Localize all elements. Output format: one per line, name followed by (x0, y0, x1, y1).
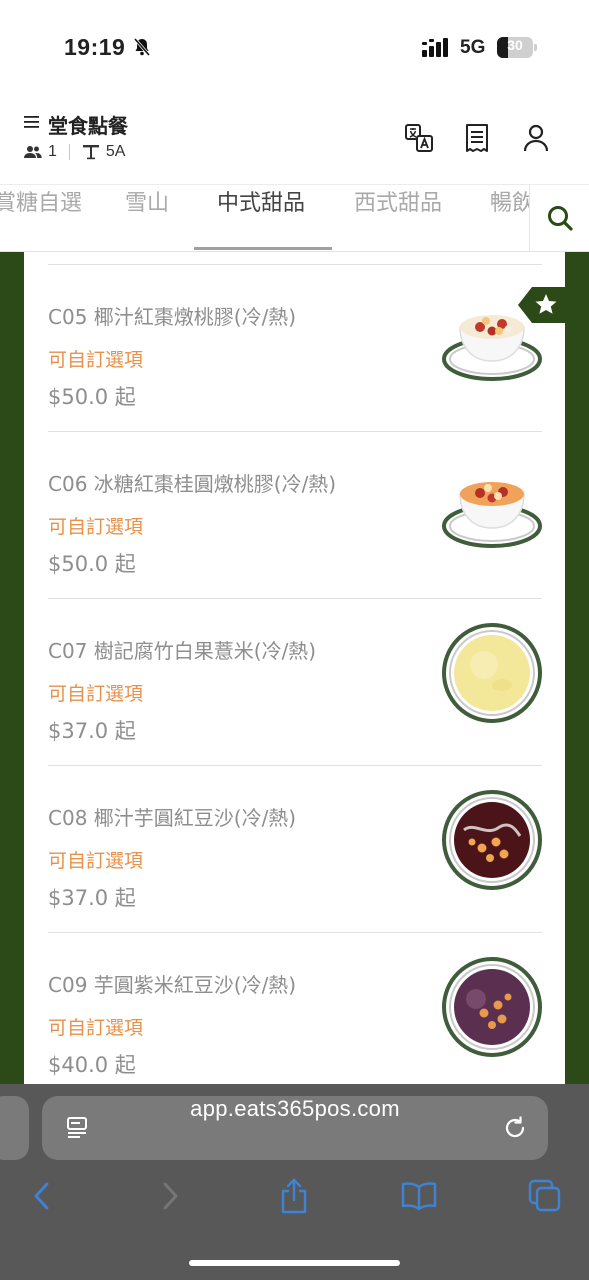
status-bar: 19:19 5G 30 (0, 0, 589, 96)
back-button[interactable] (24, 1176, 60, 1216)
active-tab-indicator (194, 247, 332, 250)
item-price: $40.0 起 (48, 1053, 136, 1077)
status-time: 19:19 (64, 34, 126, 60)
battery-level: 30 (507, 37, 523, 53)
battery-icon: 30 (497, 37, 537, 58)
share-icon (281, 1178, 307, 1214)
search-icon (547, 206, 573, 231)
menu-icon[interactable] (24, 115, 40, 129)
app-header: 堂食點餐 1 5A (0, 96, 589, 184)
account-button[interactable] (520, 122, 552, 154)
receipt-icon (466, 124, 488, 152)
tabs-button[interactable] (527, 1176, 563, 1216)
item-option: 可自訂選項 (48, 349, 144, 371)
order-meta: 1 5A (24, 142, 125, 162)
order-receipt-button[interactable] (461, 122, 493, 154)
item-option: 可自訂選項 (48, 1017, 144, 1039)
item-name: C05 椰汁紅棗燉桃膠(冷/熱) (48, 305, 297, 329)
forward-button[interactable] (152, 1176, 188, 1216)
item-option: 可自訂選項 (48, 683, 144, 705)
tab-western-dessert[interactable]: 西式甜品 (354, 185, 442, 251)
guests-icon (24, 146, 42, 158)
red-bean-soup-plate-icon (442, 790, 542, 890)
table-icon (82, 145, 99, 160)
page-title[interactable]: 堂食點餐 (48, 110, 128, 139)
purple-rice-soup-plate-icon (442, 957, 542, 1057)
favorite-star-icon[interactable] (518, 287, 565, 323)
category-tabs: 賞糖自選 雪山 中式甜品 西式甜品 暢飲 (0, 184, 589, 252)
search-button[interactable] (529, 185, 589, 251)
reload-icon[interactable] (502, 1115, 528, 1141)
yellow-soup-plate-icon (442, 623, 542, 723)
item-name: C07 樹記腐竹白果薏米(冷/熱) (48, 639, 317, 663)
menu-item-c08[interactable]: C08 椰汁芋圓紅豆沙(冷/熱) 可自訂選項 $37.0 起 (24, 766, 565, 932)
item-name: C08 椰汁芋圓紅豆沙(冷/熱) (48, 806, 297, 830)
silent-bell-icon (133, 38, 151, 56)
menu-item-c06[interactable]: C06 冰糖紅棗桂圓燉桃膠(冷/熱) 可自訂選項 $50.0 起 (24, 432, 565, 598)
table-number: 5A (105, 143, 126, 160)
item-name: C09 芋圓紫米紅豆沙(冷/熱) (48, 973, 297, 997)
menu-item-c05[interactable]: C05 椰汁紅棗燉桃膠(冷/熱) 可自訂選項 $50.0 起 (24, 265, 565, 431)
book-icon (401, 1182, 437, 1211)
item-option: 可自訂選項 (48, 850, 144, 872)
translate-button[interactable] (403, 122, 435, 154)
chevron-right-icon (163, 1182, 178, 1210)
address-bar[interactable]: app.eats365pos.com (42, 1096, 548, 1160)
share-button[interactable] (276, 1176, 312, 1216)
stewed-dessert-bowl-icon (442, 482, 542, 548)
tabs-icon (528, 1179, 561, 1212)
guest-count: 1 (48, 143, 57, 160)
item-option: 可自訂選項 (48, 516, 144, 538)
previous-tab-preview[interactable] (0, 1096, 29, 1160)
menu-item-c07[interactable]: C07 樹記腐竹白果薏米(冷/熱) 可自訂選項 $37.0 起 (24, 599, 565, 765)
signal-icon (422, 38, 448, 57)
browser-toolbar: app.eats365pos.com (0, 1084, 589, 1280)
network-type: 5G (460, 37, 486, 58)
menu-list: C05 椰汁紅棗燉桃膠(冷/熱) 可自訂選項 $50.0 起 C06 冰糖紅棗桂… (24, 252, 565, 1084)
home-indicator (189, 1260, 400, 1266)
url-text: app.eats365pos.com (190, 1096, 400, 1121)
item-price: $50.0 起 (48, 552, 136, 576)
item-price: $37.0 起 (48, 719, 136, 743)
item-price: $50.0 起 (48, 385, 136, 409)
tab-snow-mountain[interactable]: 雪山 (125, 185, 169, 251)
item-price: $37.0 起 (48, 886, 136, 910)
user-icon (523, 124, 549, 152)
tab-self-select[interactable]: 賞糖自選 (0, 185, 82, 251)
menu-item-c09[interactable]: C09 芋圓紫米紅豆沙(冷/熱) 可自訂選項 $40.0 起 (24, 933, 565, 1084)
item-name: C06 冰糖紅棗桂圓燉桃膠(冷/熱) (48, 472, 337, 496)
tab-drinks[interactable]: 暢飲 (490, 185, 534, 251)
translate-icon (405, 124, 433, 152)
bookmarks-button[interactable] (401, 1176, 437, 1216)
tab-chinese-dessert[interactable]: 中式甜品 (217, 185, 305, 251)
chevron-left-icon (34, 1182, 49, 1210)
